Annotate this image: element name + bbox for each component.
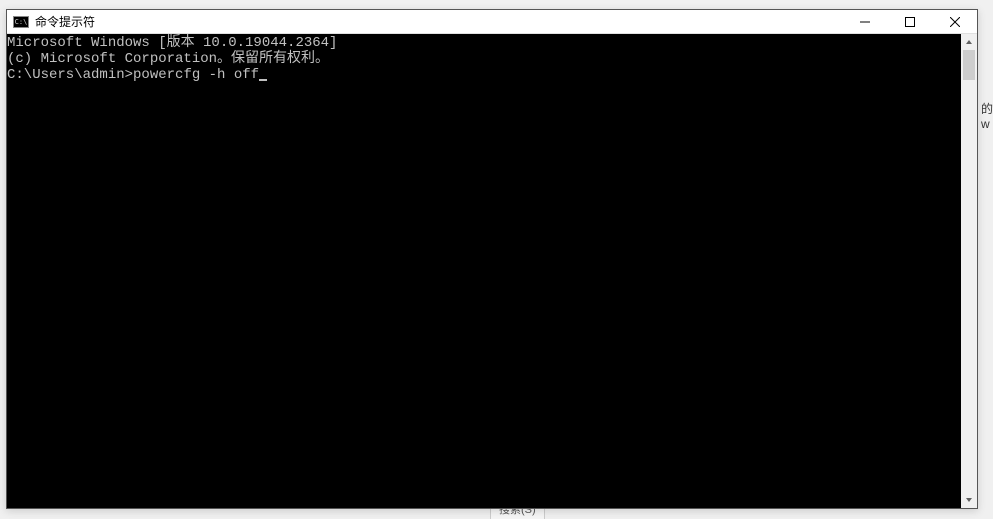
bg-char-2: w — [981, 117, 993, 131]
console-area: Microsoft Windows [版本 10.0.19044.2364](c… — [7, 34, 977, 508]
scrollbar-thumb[interactable] — [963, 50, 975, 80]
titlebar-left: C:\ 命令提示符 — [7, 13, 842, 30]
console-line-version: Microsoft Windows [版本 10.0.19044.2364] — [7, 35, 961, 51]
scroll-up-button[interactable] — [961, 34, 977, 50]
console-output[interactable]: Microsoft Windows [版本 10.0.19044.2364](c… — [7, 34, 961, 508]
window-title: 命令提示符 — [35, 13, 95, 30]
vertical-scrollbar[interactable] — [961, 34, 977, 508]
titlebar[interactable]: C:\ 命令提示符 — [7, 10, 977, 34]
console-prompt-line: C:\Users\admin>powercfg -h off — [7, 67, 961, 83]
window-controls — [842, 10, 977, 33]
scroll-down-button[interactable] — [961, 492, 977, 508]
minimize-button[interactable] — [842, 10, 887, 33]
maximize-button[interactable] — [887, 10, 932, 33]
bg-char-1: 的 — [981, 100, 993, 117]
background-partial-text: 的 w — [981, 100, 993, 131]
console-command: powercfg -h off — [133, 67, 259, 83]
console-line-copyright: (c) Microsoft Corporation。保留所有权利。 — [7, 51, 961, 67]
cmd-icon: C:\ — [13, 16, 29, 28]
close-button[interactable] — [932, 10, 977, 33]
console-prompt: C:\Users\admin> — [7, 67, 133, 83]
text-cursor — [259, 79, 267, 81]
scrollbar-track[interactable] — [961, 50, 977, 492]
cmd-window: C:\ 命令提示符 Microsoft Windows [版本 10.0.190… — [6, 9, 978, 509]
